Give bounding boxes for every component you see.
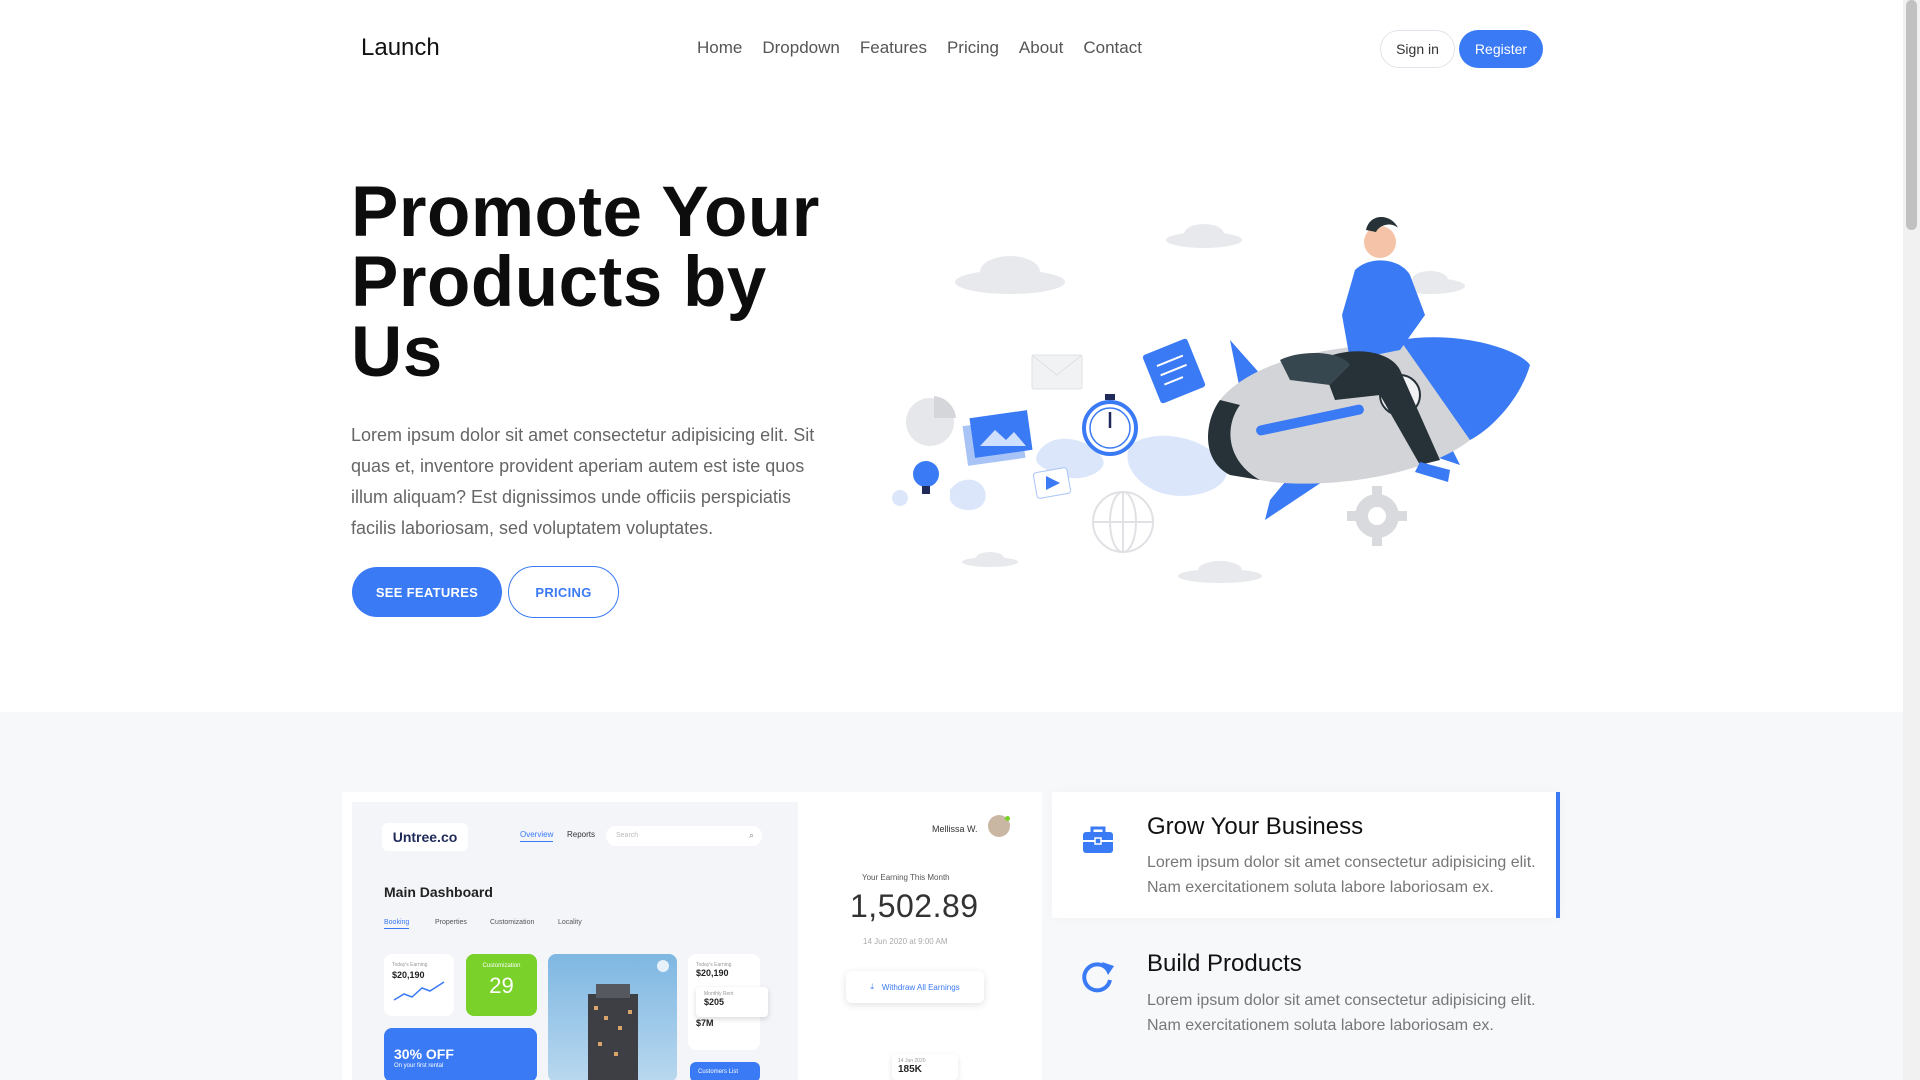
hero-description: Lorem ipsum dolor sit amet consectetur a… — [351, 425, 815, 538]
customers-list-button: Customers List — [690, 1062, 760, 1080]
download-icon: ⤓ — [870, 982, 874, 991]
top-navbar: Launch Home Dropdown Features Pricing Ab… — [0, 0, 1903, 98]
stopwatch-icon — [1082, 394, 1138, 456]
month-earning-date: 14 Jun 2020 at 9:00 AM — [863, 937, 948, 946]
search-icon: ⌕ — [748, 830, 754, 840]
subtab-booking: Booking — [384, 919, 410, 929]
briefcase-icon — [1083, 826, 1113, 853]
tab-reports: Reports — [567, 830, 596, 839]
menu-pricing[interactable]: Pricing — [947, 38, 999, 58]
menu-contact[interactable]: Contact — [1083, 38, 1142, 58]
discount-card: 30% OFF On your first rental — [384, 1028, 537, 1080]
withdraw-label: Withdraw All Earnings — [881, 982, 960, 992]
menu-about[interactable]: About — [1019, 38, 1063, 58]
subtab-properties: Properties — [435, 919, 467, 926]
feature-title-build: Build Products — [1147, 950, 1302, 977]
customization-card: Customization 29 — [466, 954, 537, 1016]
pricing-button[interactable]: PRICING — [508, 566, 619, 618]
sign-in-button[interactable]: Sign in — [1380, 30, 1455, 68]
light-bulb-icon — [913, 461, 939, 494]
subtab-locality: Locality — [558, 919, 582, 926]
subtab-customization: Customization — [490, 919, 535, 926]
stack-value: $20,190 — [696, 968, 729, 978]
scrollbar-thumb[interactable] — [1906, 0, 1917, 230]
rent-value: $205 — [704, 997, 725, 1007]
feature-desc-grow: Lorem ipsum dolor sit amet consectetur a… — [1147, 854, 1536, 896]
brand-logo[interactable]: Launch — [361, 34, 440, 62]
customization-value: 29 — [489, 973, 514, 998]
play-icon — [1032, 467, 1072, 499]
pie-chart-icon — [906, 396, 956, 446]
menu-features[interactable]: Features — [860, 38, 927, 58]
dashboard-logo: Untree.co — [382, 823, 468, 851]
balance-value: $7M — [696, 1018, 714, 1028]
mini-value: 185K — [898, 1064, 922, 1075]
gear-icon — [1347, 486, 1407, 546]
see-features-button[interactable]: SEE FEATURES — [352, 567, 502, 617]
dashboard-title: Main Dashboard — [384, 884, 493, 900]
user-name: Mellissa W. — [932, 824, 978, 834]
month-earning-value: 1,502.89 — [850, 888, 979, 924]
rocket-illustration — [892, 217, 1530, 583]
document-icon — [1142, 338, 1206, 404]
customization-label: Customization — [482, 963, 521, 969]
building-image — [588, 960, 669, 1080]
earning-card: Today's Earning $20,190 — [384, 954, 454, 1016]
envelope-icon — [1031, 354, 1083, 390]
search-placeholder: Search — [616, 832, 639, 839]
discount-value: 30% OFF — [394, 1046, 454, 1062]
menu-dropdown[interactable]: Dropdown — [762, 38, 840, 58]
hero-title: Promote Your Products by Us — [351, 173, 820, 392]
trend-line-icon — [393, 981, 445, 1001]
refresh-icon — [1082, 962, 1114, 993]
tab-overview: Overview — [520, 830, 554, 842]
feature-desc-build: Lorem ipsum dolor sit amet consectetur a… — [1147, 992, 1536, 1034]
building-image-card — [548, 954, 677, 1080]
earning-label: Today's Earning — [392, 962, 428, 968]
rent-popup: Monthly Rent $205 — [696, 987, 768, 1017]
mini-stat-card: 14 Jun 2020 185K — [892, 1054, 958, 1080]
discount-text: On your first rental — [394, 1063, 444, 1069]
online-status-dot — [1005, 816, 1010, 821]
month-earning-label: Your Earning This Month — [862, 873, 950, 882]
image-icon — [962, 410, 1033, 466]
dashboard-search: Search ⌕ — [606, 826, 762, 846]
earning-value: $20,190 — [392, 970, 425, 980]
withdraw-button: ⤓ Withdraw All Earnings — [846, 971, 984, 1003]
menu-home[interactable]: Home — [697, 38, 742, 58]
globe-icon — [1092, 491, 1154, 553]
feature-title-grow: Grow Your Business — [1147, 813, 1364, 840]
main-menu: Home Dropdown Features Pricing About Con… — [697, 38, 1142, 58]
register-button[interactable]: Register — [1459, 30, 1543, 68]
